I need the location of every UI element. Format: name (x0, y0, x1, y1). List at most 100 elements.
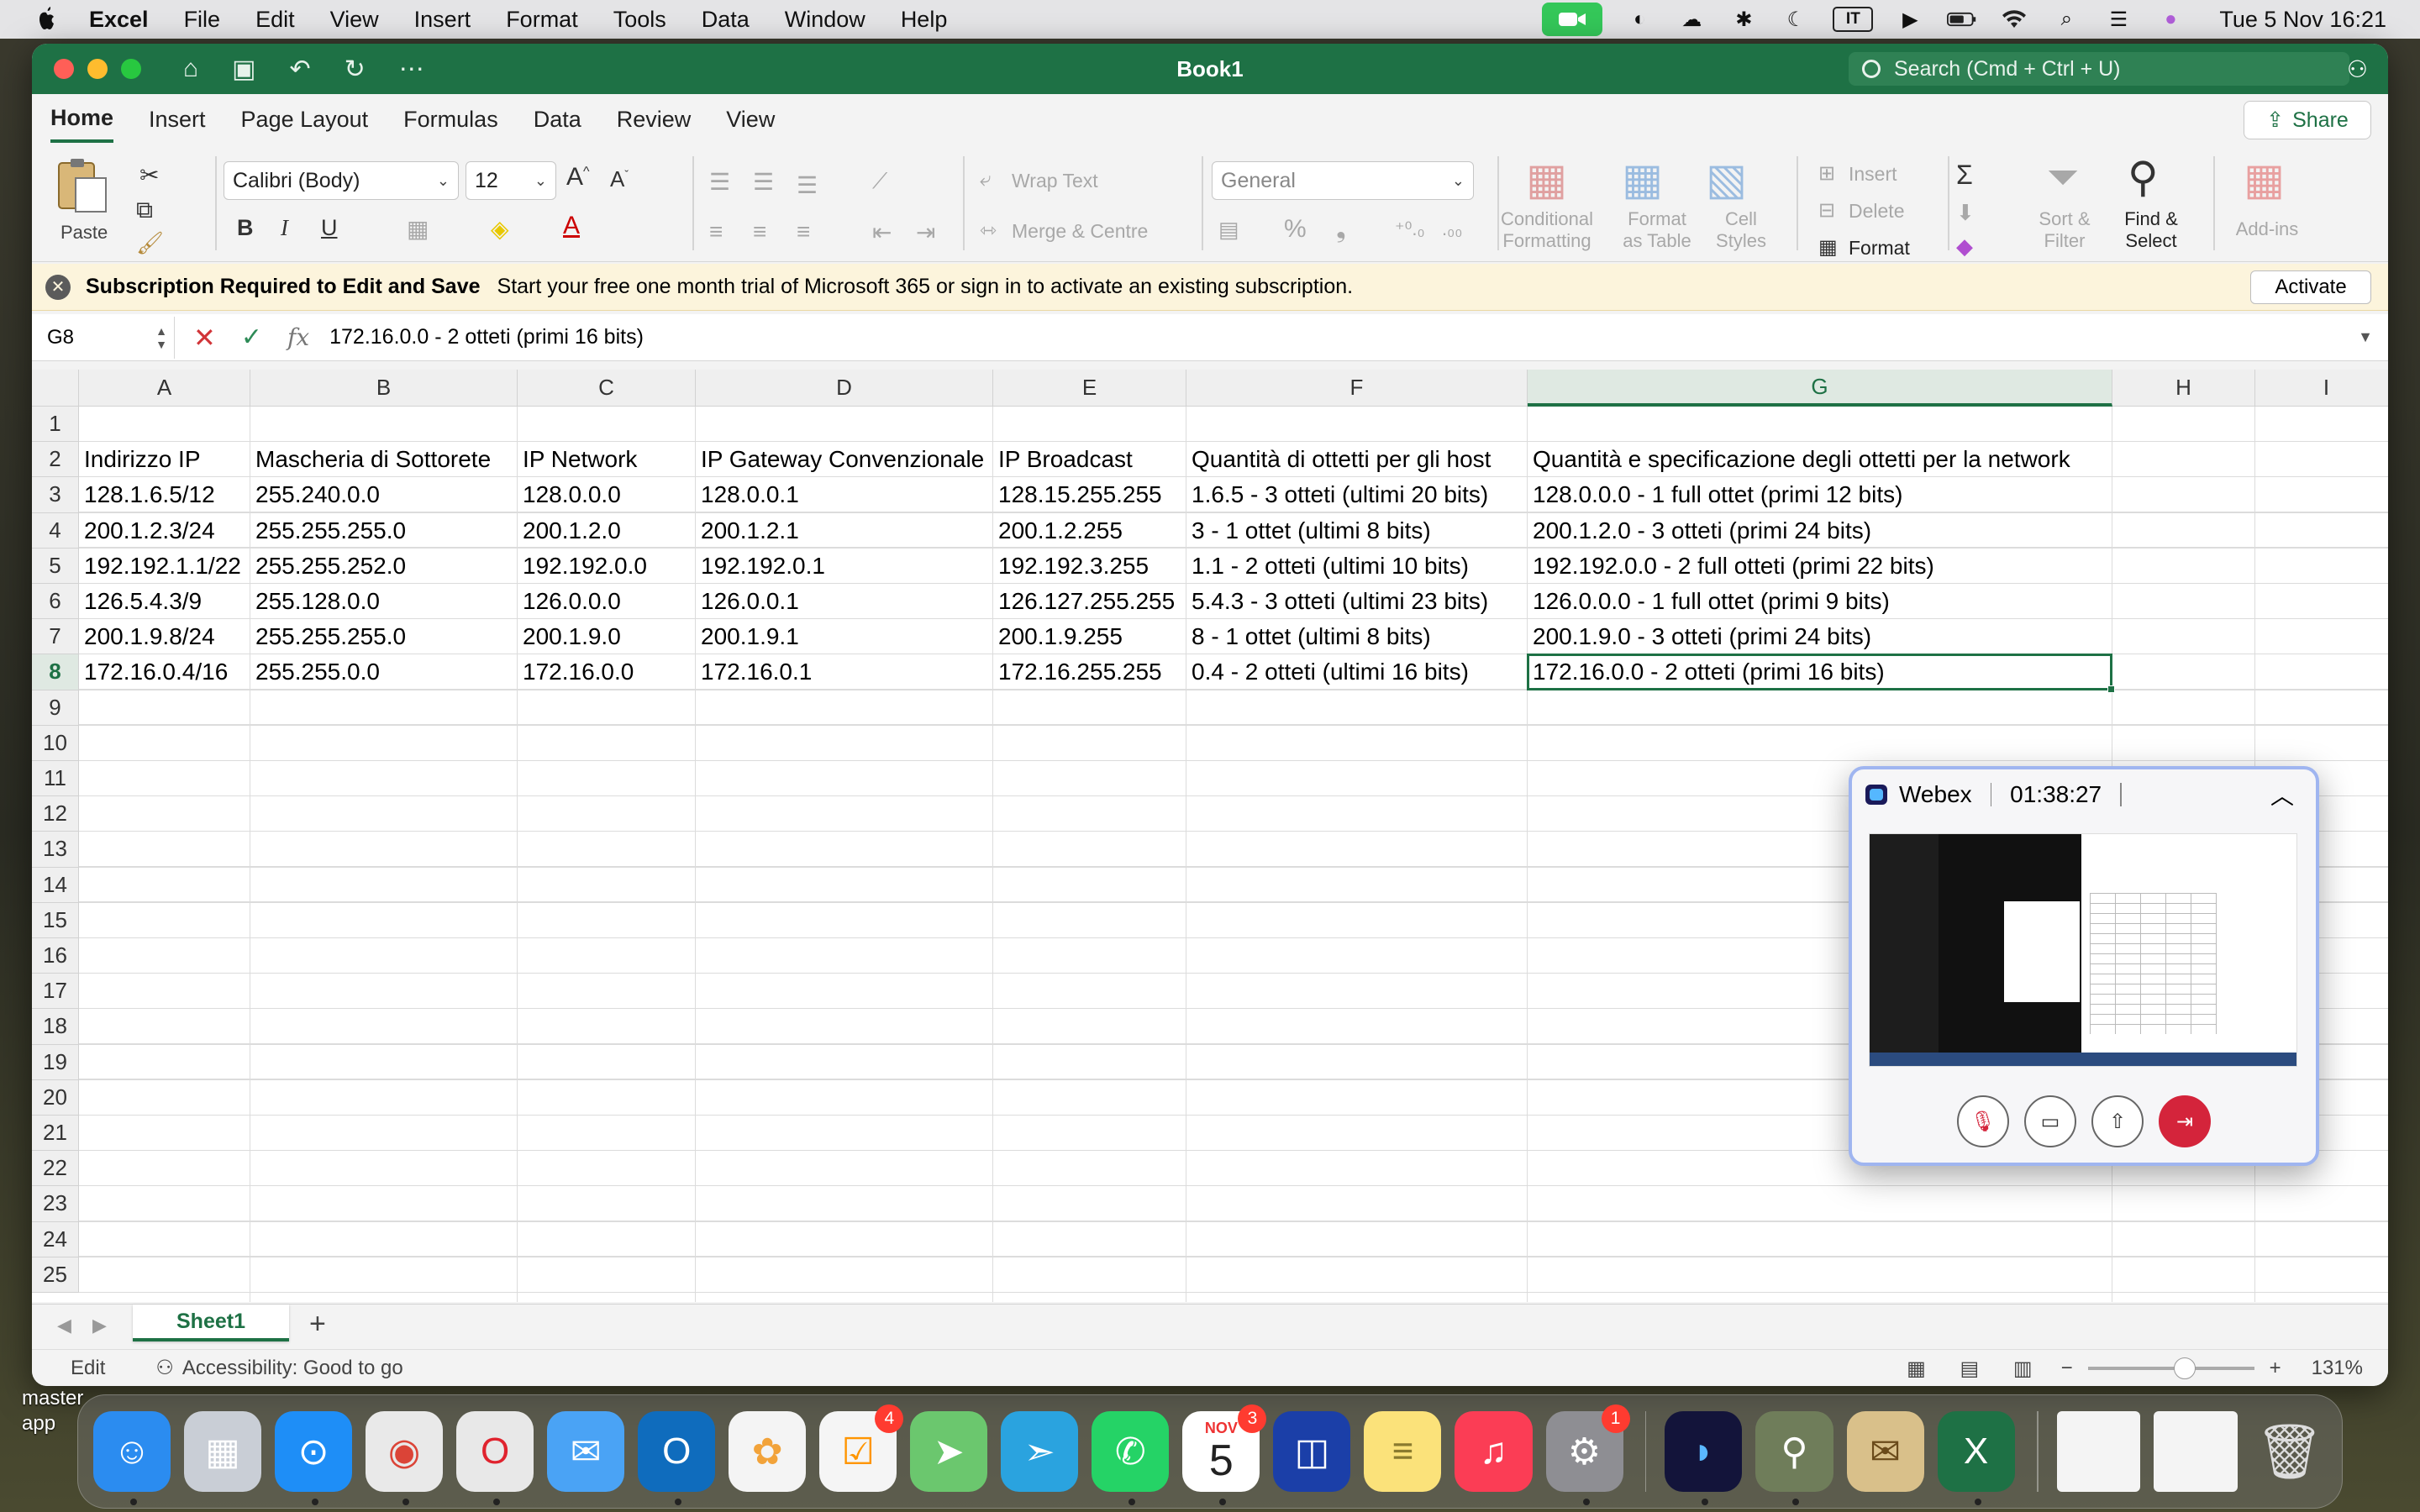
insert-cells-icon[interactable]: ⊞ (1818, 161, 1835, 186)
sort-filter-icon[interactable]: ⏷ (2047, 155, 2079, 202)
cell-g2[interactable]: Quantità e specificazione degli ottetti … (1528, 442, 2070, 477)
focus-moon-icon[interactable]: ☾ (1781, 7, 1811, 32)
dock-screens-icon[interactable]: ◫ (1273, 1411, 1351, 1492)
spotlight-search-icon[interactable]: ⌕ (2051, 7, 2081, 32)
menu-data[interactable]: Data (702, 7, 750, 33)
row-header-20[interactable]: 20 (32, 1079, 79, 1116)
cell-a3[interactable]: 128.1.6.5/12 (79, 477, 215, 512)
menu-window[interactable]: Window (785, 7, 865, 33)
cell-e5[interactable]: 192.192.3.255 (993, 549, 1149, 584)
activate-button[interactable]: Activate (2250, 270, 2371, 304)
dismiss-icon[interactable]: ✕ (45, 274, 71, 300)
format-painter-icon[interactable]: 🖌 (136, 230, 164, 256)
increase-indent-icon[interactable]: ⇥ (916, 218, 935, 246)
column-header-d[interactable]: D (696, 370, 993, 407)
comma-style-icon[interactable]: ❟ (1336, 215, 1346, 244)
conditional-formatting-button[interactable]: Conditional Formatting (1482, 208, 1612, 252)
row-header-4[interactable]: 4 (32, 512, 79, 549)
row-header-9[interactable]: 9 (32, 690, 79, 726)
dock-chrome-icon[interactable]: ◉ (366, 1411, 444, 1505)
merge-icon[interactable]: ⇿ (980, 218, 997, 243)
sort-filter-button[interactable]: Sort & Filter (2027, 208, 2102, 252)
more-commands-icon[interactable]: ⋯ (399, 55, 424, 84)
row-header-2[interactable]: 2 (32, 442, 79, 478)
dock-music-icon[interactable]: ♫ (1455, 1411, 1533, 1492)
cell-d6[interactable]: 126.0.0.1 (696, 584, 799, 619)
cell-d4[interactable]: 200.1.2.1 (696, 513, 799, 549)
account-icon[interactable]: ⚇ (2347, 55, 2368, 83)
cell-f7[interactable]: 8 - 1 ottet (ultimi 8 bits) (1186, 619, 1431, 654)
cell-d3[interactable]: 128.0.0.1 (696, 477, 799, 512)
dock-reminders-icon[interactable]: ☑ 4 (819, 1404, 904, 1492)
cell-styles-icon[interactable]: ▧ (1706, 155, 1747, 205)
cell-d7[interactable]: 200.1.9.1 (696, 619, 799, 654)
find-select-icon[interactable]: ⚲ (2128, 153, 2159, 202)
cell-f2[interactable]: Quantità di ottetti per gli host (1186, 442, 1491, 477)
cell-e6[interactable]: 126.127.255.255 (993, 584, 1175, 619)
cell-e4[interactable]: 200.1.2.255 (993, 513, 1123, 549)
close-window-button[interactable] (54, 59, 74, 79)
column-header-f[interactable]: F (1186, 370, 1528, 407)
align-bottom-icon[interactable]: ☰ (797, 171, 818, 199)
menu-file[interactable]: File (184, 7, 221, 33)
select-all-corner[interactable] (32, 370, 79, 407)
cell-c8[interactable]: 172.16.0.0 (518, 654, 634, 690)
delete-cells-icon[interactable]: ⊟ (1818, 198, 1835, 223)
menu-insert[interactable]: Insert (414, 7, 471, 33)
tab-view[interactable]: View (726, 98, 775, 141)
expand-formula-bar-icon[interactable]: ▼ (2358, 328, 2373, 346)
confirm-edit-icon[interactable]: ✓ (241, 323, 262, 352)
cell-c7[interactable]: 200.1.9.0 (518, 619, 621, 654)
dock-preview-icon[interactable]: ⚲ (1755, 1411, 1833, 1505)
cancel-edit-icon[interactable]: ✕ (193, 322, 216, 354)
cell-c5[interactable]: 192.192.0.0 (518, 549, 647, 584)
underline-button[interactable]: U (321, 215, 338, 241)
format-cells-icon[interactable]: ▦ (1818, 235, 1838, 260)
row-header-21[interactable]: 21 (32, 1116, 79, 1152)
dock-mail-icon[interactable]: ✉ (547, 1411, 625, 1492)
dock-mail-stamp-icon[interactable]: ✉ (1846, 1411, 1924, 1492)
row-header-18[interactable]: 18 (32, 1009, 79, 1045)
cell-b6[interactable]: 255.128.0.0 (250, 584, 380, 619)
wrap-text-button[interactable]: Wrap Text (1012, 170, 1098, 192)
shared-screen-preview[interactable] (1869, 833, 2297, 1067)
cell-e8[interactable]: 172.16.255.255 (993, 654, 1162, 690)
column-header-g[interactable]: G (1528, 370, 2112, 407)
row-header-17[interactable]: 17 (32, 974, 79, 1010)
dock-launchpad-icon[interactable]: ▦ (184, 1411, 262, 1492)
normal-view-icon[interactable]: ▦ (1907, 1357, 1926, 1380)
wrap-text-icon[interactable]: ⤶ (980, 168, 991, 192)
cell-e7[interactable]: 200.1.9.255 (993, 619, 1123, 654)
row-header-3[interactable]: 3 (32, 477, 79, 513)
row-header-8[interactable]: 8 (32, 654, 79, 690)
dock-safari-icon[interactable]: ⊙ (275, 1411, 353, 1505)
cell-b2[interactable]: Mascheria di Sottorete (250, 442, 491, 477)
video-button[interactable]: ▭ (2024, 1095, 2076, 1147)
cell-f8[interactable]: 0.4 - 2 otteti (ultimi 16 bits) (1186, 654, 1469, 690)
maximize-window-button[interactable] (121, 59, 141, 79)
dock-notes-icon[interactable]: ≡ (1364, 1411, 1442, 1492)
format-as-table-button[interactable]: Format as Table (1610, 208, 1704, 252)
tab-review[interactable]: Review (617, 98, 692, 141)
font-size-select[interactable]: 12 ⌄ (466, 161, 556, 200)
dock-telegram-icon[interactable]: ➣ (1001, 1411, 1079, 1492)
chevron-up-icon[interactable]: ︿ (2270, 778, 2294, 811)
dock-calendar-icon[interactable]: NOV 5 3 (1182, 1404, 1267, 1505)
insert-function-icon[interactable]: fx (287, 323, 309, 351)
column-header-b[interactable]: B (250, 370, 518, 407)
cell-f6[interactable]: 5.4.3 - 3 otteti (ultimi 23 bits) (1186, 584, 1488, 619)
unmute-button[interactable]: 🎙 (1957, 1095, 2009, 1147)
row-header-13[interactable]: 13 (32, 832, 79, 868)
cell-b5[interactable]: 255.255.252.0 (250, 549, 406, 584)
row-header-5[interactable]: 5 (32, 548, 79, 584)
wifi-icon[interactable] (1999, 7, 2029, 32)
column-header-e[interactable]: E (993, 370, 1186, 407)
row-header-7[interactable]: 7 (32, 619, 79, 655)
dock-webex-icon[interactable]: ◗ (1665, 1411, 1743, 1505)
dock-maps-icon[interactable]: ➤ (910, 1411, 988, 1492)
dock-outlook-icon[interactable]: O (638, 1411, 716, 1505)
share-screen-button[interactable]: ⇧ (2091, 1095, 2144, 1147)
fill-color-icon[interactable]: ◈ (491, 215, 509, 243)
add-sheet-icon[interactable]: + (309, 1308, 326, 1341)
align-top-icon[interactable]: ☰ (709, 168, 730, 196)
